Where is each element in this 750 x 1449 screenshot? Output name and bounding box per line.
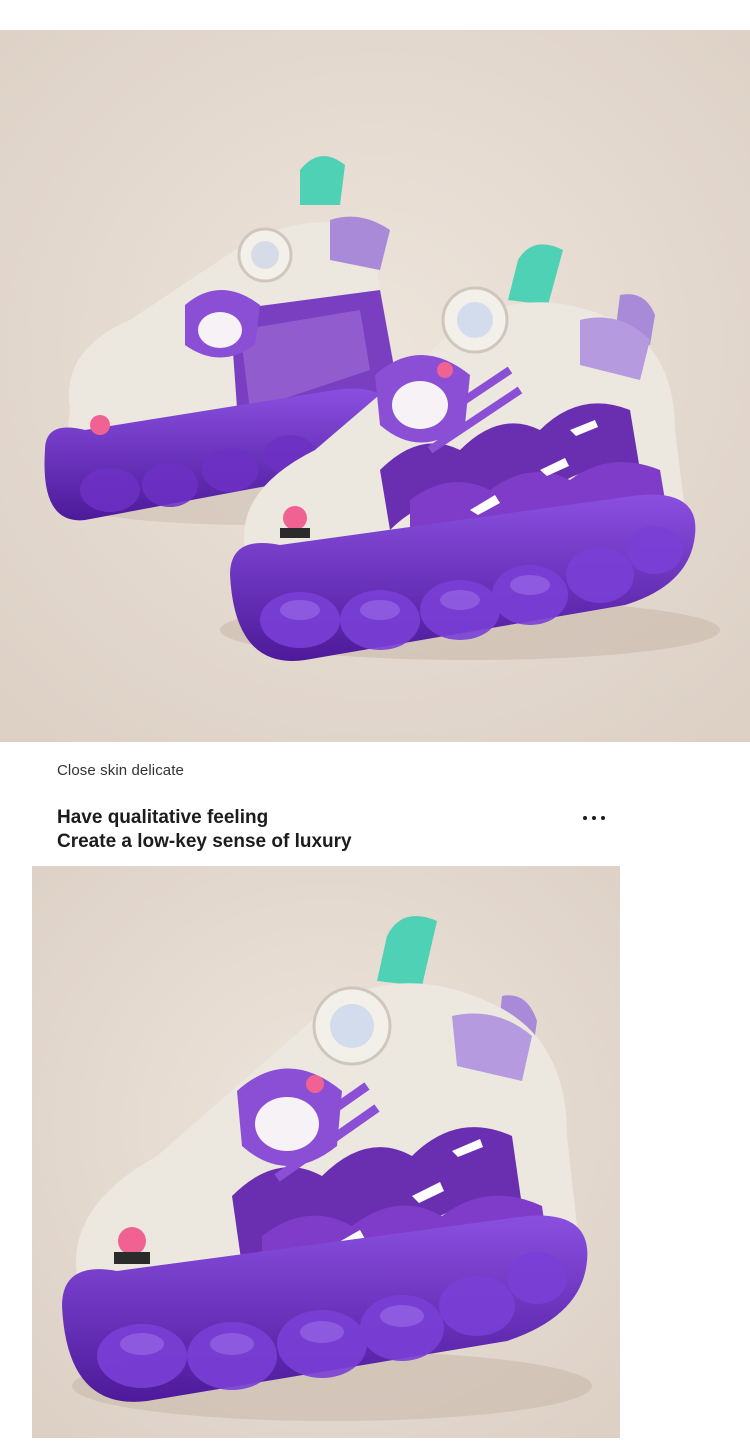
headline-line-2: Create a low-key sense of luxury (57, 831, 352, 852)
product-photo-top (0, 30, 750, 742)
dot (601, 816, 605, 820)
sneaker-single-illustration (32, 866, 620, 1438)
dot (583, 816, 587, 820)
dot (592, 816, 596, 820)
ellipsis-icon (583, 816, 605, 820)
section-headline: Have qualitative feeling Create a low-ke… (57, 806, 352, 854)
sneakers-pair-illustration (0, 30, 750, 742)
product-photo-bottom (32, 866, 620, 1438)
section-subtitle: Close skin delicate (57, 762, 184, 779)
headline-line-1: Have qualitative feeling (57, 807, 269, 828)
